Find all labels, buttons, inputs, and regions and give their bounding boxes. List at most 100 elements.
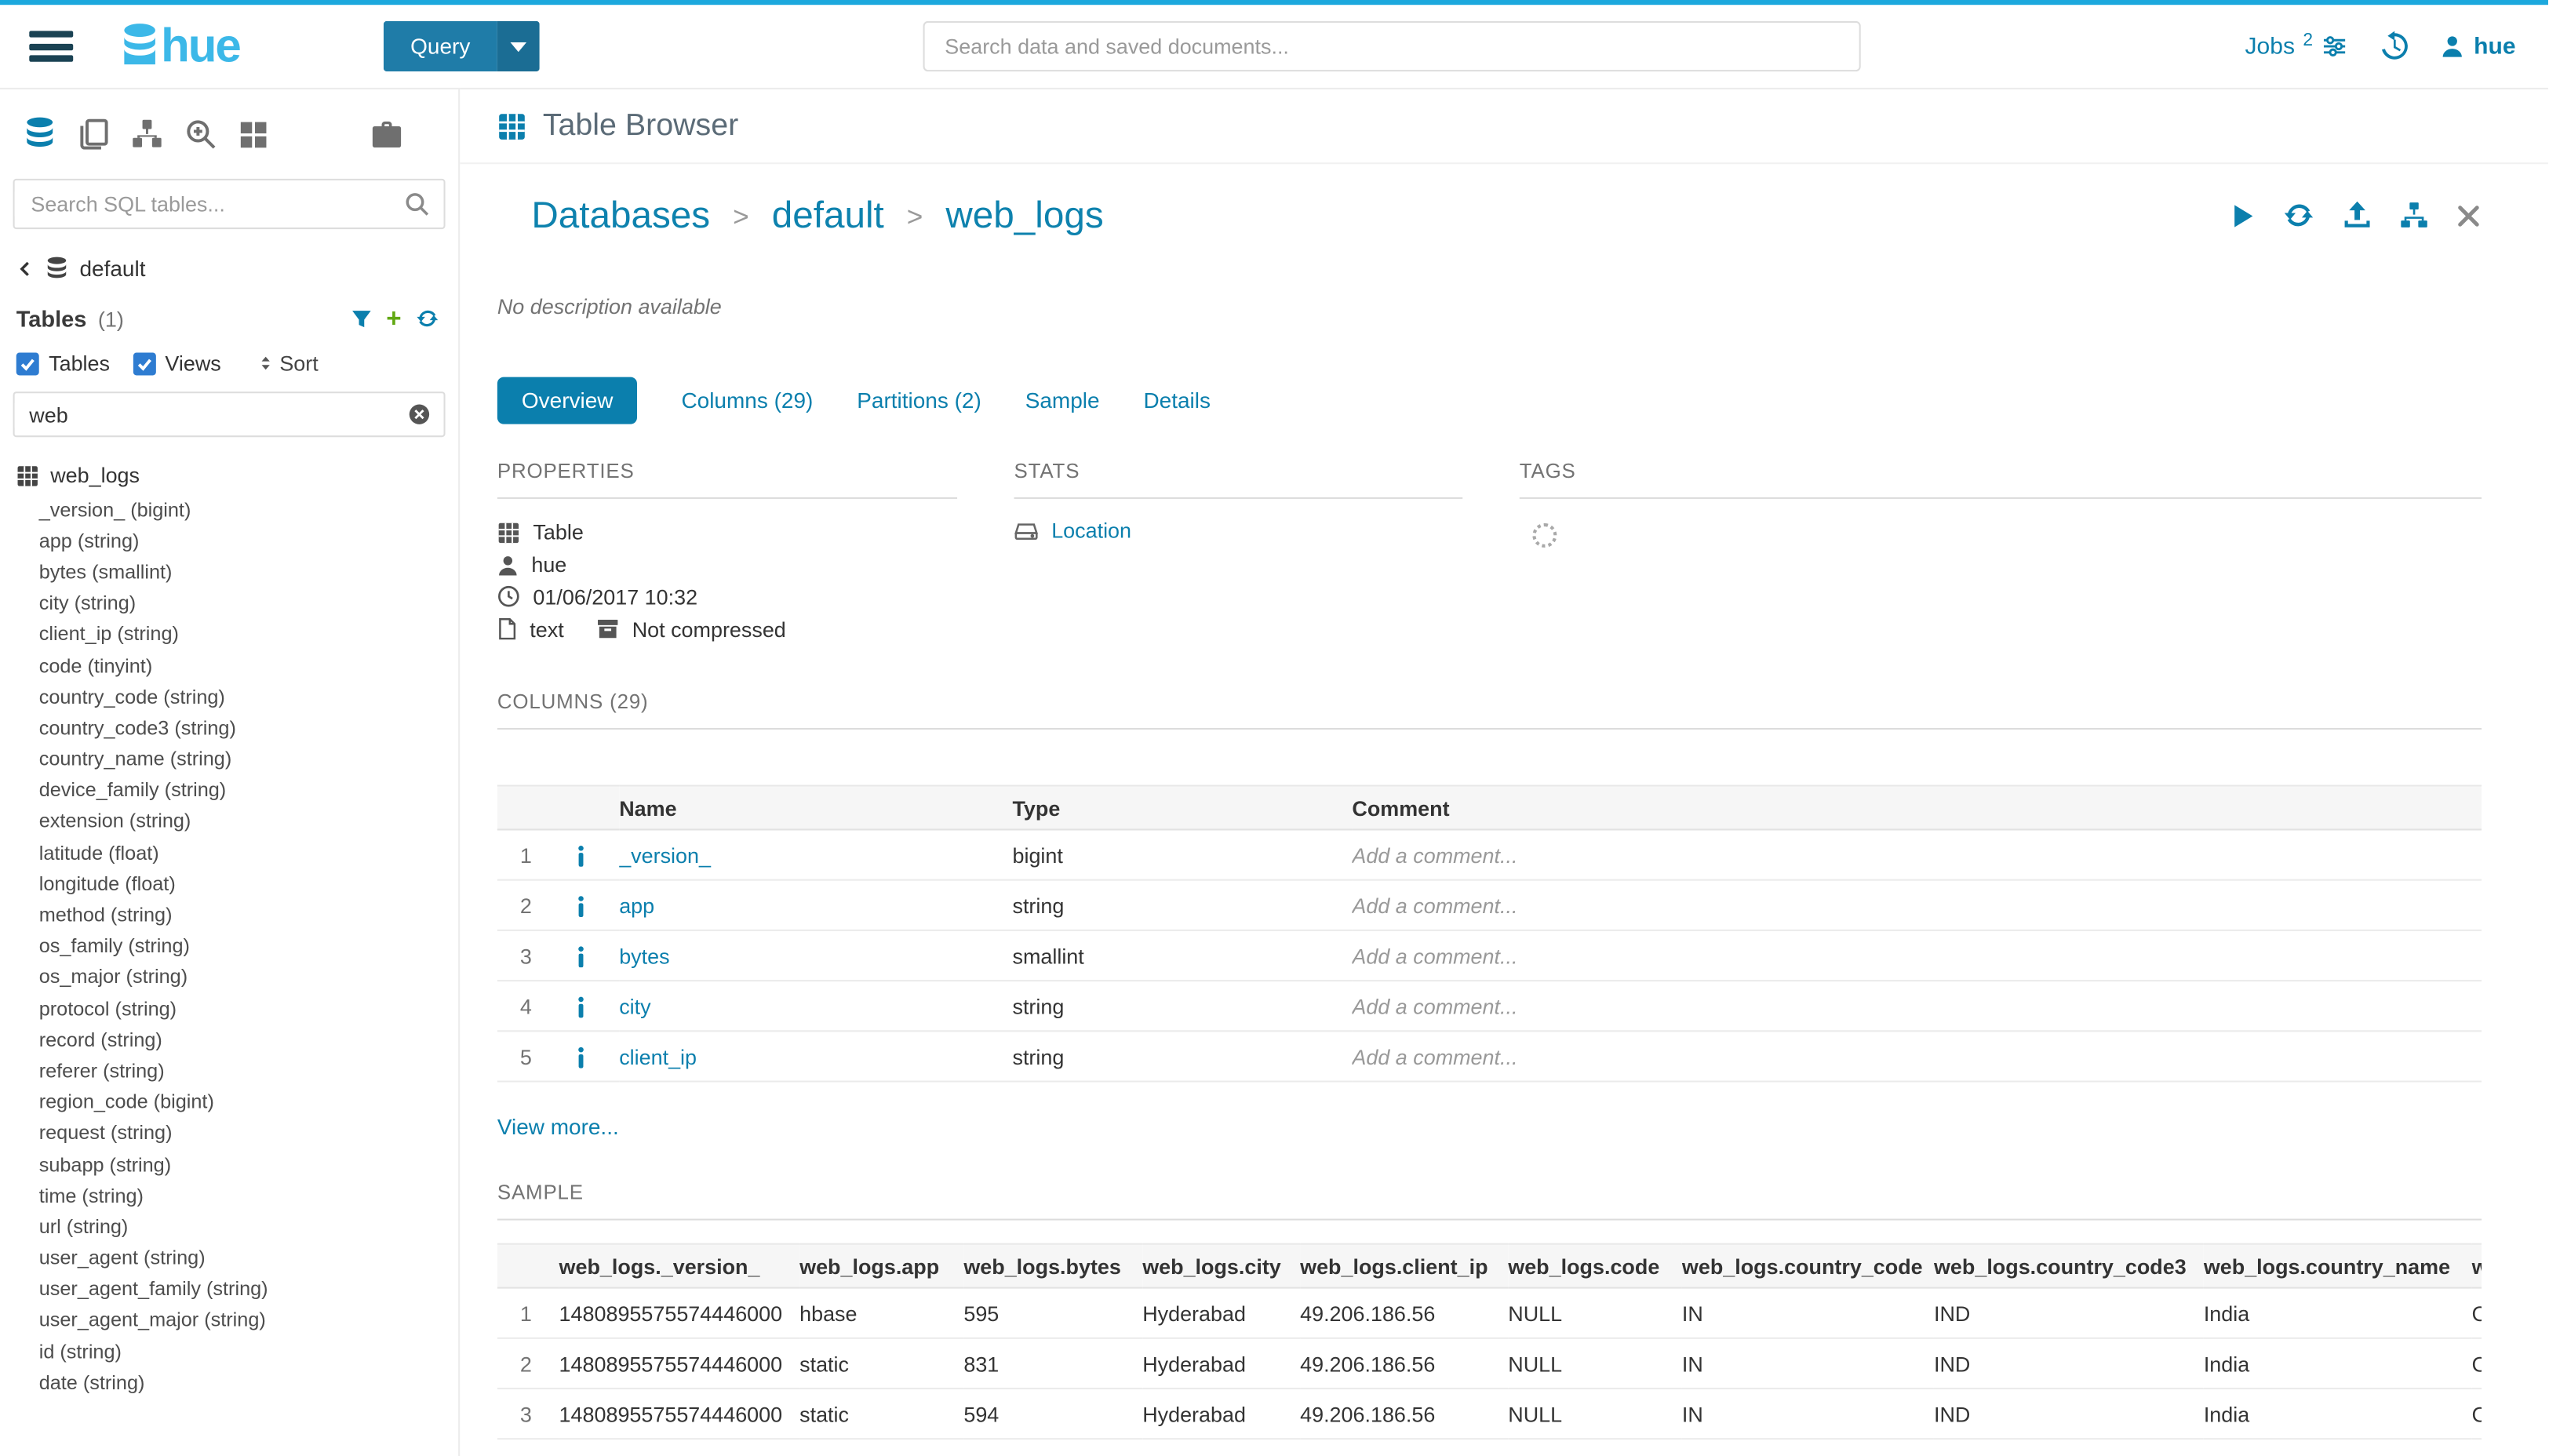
refresh-icon[interactable] <box>416 307 439 329</box>
column-item[interactable]: record (string) <box>0 1024 458 1055</box>
column-item[interactable]: subapp (string) <box>0 1148 458 1180</box>
sample-column-header: web_logs.client_ip <box>1300 1244 1508 1288</box>
breadcrumb-default[interactable]: default <box>772 193 884 237</box>
column-item[interactable]: url (string) <box>0 1211 458 1243</box>
column-item[interactable]: code (tinyint) <box>0 650 458 681</box>
column-item[interactable]: user_agent (string) <box>0 1243 458 1274</box>
query-button[interactable]: Query <box>383 21 540 71</box>
column-name-link[interactable]: app <box>619 893 654 917</box>
columns-header-type: Type <box>1012 786 1352 830</box>
hamburger-menu-icon[interactable] <box>29 31 73 61</box>
column-item[interactable]: country_code3 (string) <box>0 712 458 744</box>
column-name-link[interactable]: _version_ <box>619 843 711 867</box>
add-comment[interactable]: Add a comment... <box>1352 930 2482 981</box>
info-icon[interactable] <box>577 845 584 868</box>
column-item[interactable]: time (string) <box>0 1180 458 1211</box>
info-icon[interactable] <box>577 895 584 918</box>
table-filter-input[interactable] <box>15 402 395 427</box>
column-item[interactable]: city (string) <box>0 588 458 619</box>
table-tree: web_logs _version_ (bigint) app (string)… <box>0 452 458 1403</box>
add-comment[interactable]: Add a comment... <box>1352 830 2482 880</box>
location-link[interactable]: Location <box>1014 519 1131 543</box>
filter-funnel-icon[interactable] <box>351 308 372 329</box>
documents-assist-icon[interactable] <box>78 118 108 149</box>
tab-overview[interactable]: Overview <box>497 377 638 424</box>
column-item[interactable]: _version_ (bigint) <box>0 494 458 526</box>
column-item[interactable]: bytes (smallint) <box>0 556 458 588</box>
column-item[interactable]: request (string) <box>0 1118 458 1149</box>
view-more-link[interactable]: View more... <box>497 1115 619 1139</box>
table-filters: Tables Views Sort <box>0 337 458 388</box>
add-comment[interactable]: Add a comment... <box>1352 880 2482 930</box>
tree-item-web-logs[interactable]: web_logs <box>0 457 458 494</box>
sort-control[interactable]: Sort <box>257 351 318 375</box>
query-button-label[interactable]: Query <box>383 21 498 71</box>
cluster-assist-icon[interactable] <box>132 118 162 149</box>
column-name-link[interactable]: client_ip <box>619 1044 697 1068</box>
info-icon[interactable] <box>577 945 584 968</box>
column-item[interactable]: method (string) <box>0 899 458 930</box>
briefcase-icon[interactable] <box>370 119 402 148</box>
query-caret-icon[interactable] <box>498 21 541 71</box>
column-name-link[interactable]: bytes <box>619 944 669 968</box>
user-menu[interactable]: hue <box>2442 33 2516 59</box>
properties-heading: PROPERTIES <box>497 460 957 499</box>
info-icon[interactable] <box>577 996 584 1019</box>
column-item[interactable]: id (string) <box>0 1336 458 1367</box>
column-item[interactable]: extension (string) <box>0 806 458 837</box>
sql-table-search <box>13 179 446 229</box>
column-item[interactable]: latitude (float) <box>0 837 458 868</box>
refresh-icon[interactable] <box>2281 200 2315 231</box>
sample-table-container[interactable]: web_logs._version_web_logs.appweb_logs.b… <box>497 1243 2482 1440</box>
lineage-sitemap-icon[interactable] <box>2398 202 2429 229</box>
sql-assist-icon[interactable] <box>24 117 55 151</box>
column-item[interactable]: user_agent_major (string) <box>0 1305 458 1336</box>
stats-heading: STATS <box>1014 460 1463 499</box>
history-icon[interactable] <box>2380 31 2410 61</box>
hue-logo[interactable]: hue <box>122 22 239 71</box>
column-item[interactable]: user_agent_family (string) <box>0 1273 458 1305</box>
columns-section-heading: COLUMNS (29) <box>497 691 2482 730</box>
upload-icon[interactable] <box>2342 200 2372 231</box>
info-icon[interactable] <box>577 1046 584 1069</box>
tab-sample[interactable]: Sample <box>1025 377 1100 424</box>
column-item[interactable]: country_code (string) <box>0 681 458 712</box>
global-search-input[interactable] <box>923 21 1861 71</box>
tab-details[interactable]: Details <box>1143 377 1210 424</box>
jobs-label: Jobs <box>2245 33 2295 59</box>
column-item[interactable]: client_ip (string) <box>0 619 458 650</box>
column-item[interactable]: country_name (string) <box>0 744 458 775</box>
breadcrumb-web-logs[interactable]: web_logs <box>945 193 1103 237</box>
column-item[interactable]: date (string) <box>0 1367 458 1399</box>
column-item[interactable]: protocol (string) <box>0 993 458 1025</box>
tab-partitions[interactable]: Partitions (2) <box>857 377 981 424</box>
apps-grid-icon[interactable] <box>239 119 268 148</box>
jobs-link[interactable]: Jobs 2 <box>2245 33 2349 59</box>
tab-columns[interactable]: Columns (29) <box>681 377 813 424</box>
add-icon[interactable]: + <box>386 308 401 329</box>
columns-header-comment: Comment <box>1352 786 2482 830</box>
tables-checkbox[interactable] <box>16 351 39 374</box>
clear-filter-icon[interactable] <box>395 403 443 426</box>
column-item[interactable]: longitude (float) <box>0 868 458 900</box>
column-item[interactable]: app (string) <box>0 525 458 556</box>
column-item[interactable]: device_family (string) <box>0 774 458 806</box>
views-checkbox[interactable] <box>133 351 155 374</box>
add-comment[interactable]: Add a comment... <box>1352 981 2482 1031</box>
column-item[interactable]: os_major (string) <box>0 962 458 993</box>
sliders-icon[interactable] <box>2321 34 2348 58</box>
search-icon[interactable] <box>390 191 443 216</box>
database-breadcrumb[interactable]: default <box>0 246 458 291</box>
search-zoom-assist-icon[interactable] <box>185 118 216 149</box>
add-comment[interactable]: Add a comment... <box>1352 1032 2482 1082</box>
table-icon <box>497 522 520 544</box>
breadcrumb-databases[interactable]: Databases <box>531 193 710 237</box>
query-play-icon[interactable] <box>2230 201 2256 230</box>
column-name-link[interactable]: city <box>619 994 650 1018</box>
column-item[interactable]: os_family (string) <box>0 930 458 962</box>
views-checkbox-label: Views <box>165 351 220 375</box>
column-item[interactable]: referer (string) <box>0 1055 458 1087</box>
close-icon[interactable] <box>2456 202 2482 228</box>
sql-table-search-input[interactable] <box>15 191 390 216</box>
column-item[interactable]: region_code (bigint) <box>0 1087 458 1118</box>
